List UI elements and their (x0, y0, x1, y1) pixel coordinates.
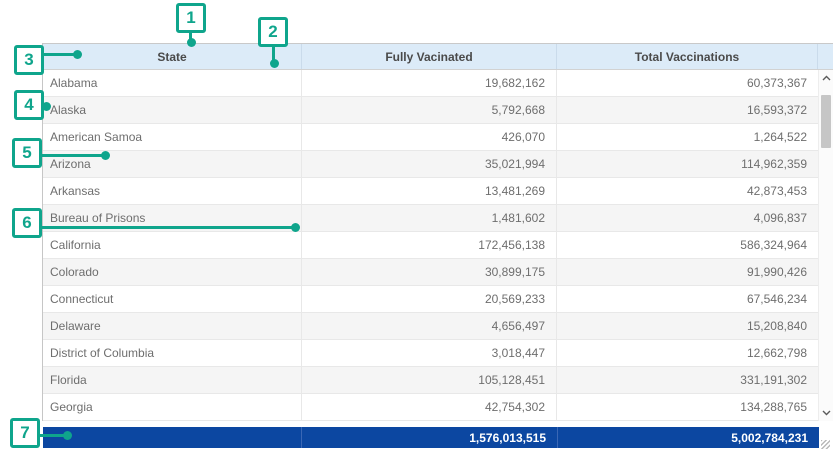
chevron-down-icon (822, 410, 831, 416)
fully-vaccinated-cell: 13,481,269 (302, 178, 557, 204)
callout-2-dot (270, 59, 279, 68)
total-vaccinations-cell: 4,096,837 (557, 205, 818, 231)
table-row[interactable]: California 172,456,138 586,324,964 (43, 232, 818, 259)
state-cell: Georgia (43, 394, 302, 420)
total-vaccinations-cell: 16,593,372 (557, 97, 818, 123)
total-vaccinations-cell: 134,288,765 (557, 394, 818, 420)
state-cell: Arkansas (43, 178, 302, 204)
scrollbar-thumb[interactable] (821, 95, 831, 148)
callout-4: 4 (14, 90, 44, 120)
callout-5: 5 (12, 138, 42, 168)
callout-3-dot (73, 50, 82, 59)
table-header-row: State Fully Vacinated Total Vaccinations (43, 43, 833, 70)
table-row[interactable]: Arizona 35,021,994 114,962,359 (43, 151, 818, 178)
callout-1: 1 (176, 3, 206, 33)
total-vaccinations-cell: 91,990,426 (557, 259, 818, 285)
callout-1-dot (187, 38, 196, 47)
state-cell: Florida (43, 367, 302, 393)
callout-3-line (44, 53, 75, 56)
callout-6: 6 (12, 208, 42, 238)
scroll-up-button[interactable] (819, 70, 833, 86)
total-vaccinations-cell: 586,324,964 (557, 232, 818, 258)
column-header-total-vaccinations[interactable]: Total Vaccinations (557, 44, 818, 69)
state-cell: Connecticut (43, 286, 302, 312)
chevron-up-icon (822, 75, 831, 81)
table-body: Alabama 19,682,162 60,373,367 Alaska 5,7… (43, 70, 833, 421)
total-vaccinations-cell: 331,191,302 (557, 367, 818, 393)
total-vaccinations-cell: 114,962,359 (557, 151, 818, 177)
fully-vaccinated-cell: 35,021,994 (302, 151, 557, 177)
state-cell: California (43, 232, 302, 258)
state-cell: Delaware (43, 313, 302, 339)
total-fully-vaccinated-cell: 1,576,013,515 (302, 427, 558, 448)
callout-2: 2 (258, 17, 288, 47)
state-cell: Colorado (43, 259, 302, 285)
state-cell: Alaska (43, 97, 302, 123)
table-row[interactable]: Florida 105,128,451 331,191,302 (43, 367, 818, 394)
table-row[interactable]: Arkansas 13,481,269 42,873,453 (43, 178, 818, 205)
total-vaccinations-cell: 15,208,840 (557, 313, 818, 339)
callout-6-dot (291, 223, 300, 232)
fully-vaccinated-cell: 1,481,602 (302, 205, 557, 231)
state-cell: Alabama (43, 70, 302, 96)
table-row[interactable]: Alabama 19,682,162 60,373,367 (43, 70, 818, 97)
scroll-down-button[interactable] (819, 405, 833, 421)
fully-vaccinated-cell: 42,754,302 (302, 394, 557, 420)
callout-7: 7 (10, 418, 40, 448)
fully-vaccinated-cell: 426,070 (302, 124, 557, 150)
callout-6-line (42, 226, 296, 229)
callout-3: 3 (14, 45, 44, 75)
vertical-scrollbar[interactable] (818, 70, 833, 421)
table-row[interactable]: Delaware 4,656,497 15,208,840 (43, 313, 818, 340)
table-row[interactable]: American Samoa 426,070 1,264,522 (43, 124, 818, 151)
total-state-cell (43, 427, 302, 448)
annotated-table-screenshot: State Fully Vacinated Total Vaccinations… (0, 0, 833, 453)
total-vaccinations-cell: 12,662,798 (557, 340, 818, 366)
table-row[interactable]: Connecticut 20,569,233 67,546,234 (43, 286, 818, 313)
total-vaccinations-cell: 1,264,522 (557, 124, 818, 150)
callout-5-dot (101, 151, 110, 160)
column-header-fully-vaccinated[interactable]: Fully Vacinated (302, 44, 557, 69)
resize-grip-icon[interactable] (821, 440, 830, 449)
column-header-state[interactable]: State (43, 44, 302, 69)
total-vaccinations-cell: 60,373,367 (557, 70, 818, 96)
header-scrollbar-spacer (818, 44, 833, 69)
fully-vaccinated-cell: 30,899,175 (302, 259, 557, 285)
fully-vaccinated-cell: 5,792,668 (302, 97, 557, 123)
callout-5-line (42, 154, 106, 157)
total-vaccinations-cell: 5,002,784,231 (558, 427, 819, 448)
fully-vaccinated-cell: 105,128,451 (302, 367, 557, 393)
table-row[interactable]: Georgia 42,754,302 134,288,765 (43, 394, 818, 421)
fully-vaccinated-cell: 4,656,497 (302, 313, 557, 339)
total-vaccinations-cell: 42,873,453 (557, 178, 818, 204)
state-cell: American Samoa (43, 124, 302, 150)
fully-vaccinated-cell: 172,456,138 (302, 232, 557, 258)
state-cell: District of Columbia (43, 340, 302, 366)
total-vaccinations-cell: 67,546,234 (557, 286, 818, 312)
table-row[interactable]: District of Columbia 3,018,447 12,662,79… (43, 340, 818, 367)
table-row[interactable]: Alaska 5,792,668 16,593,372 (43, 97, 818, 124)
fully-vaccinated-cell: 19,682,162 (302, 70, 557, 96)
fully-vaccinated-cell: 20,569,233 (302, 286, 557, 312)
fully-vaccinated-cell: 3,018,447 (302, 340, 557, 366)
table-row[interactable]: Colorado 30,899,175 91,990,426 (43, 259, 818, 286)
summary-total-row: 1,576,013,515 5,002,784,231 (43, 427, 819, 448)
callout-7-dot (63, 431, 72, 440)
